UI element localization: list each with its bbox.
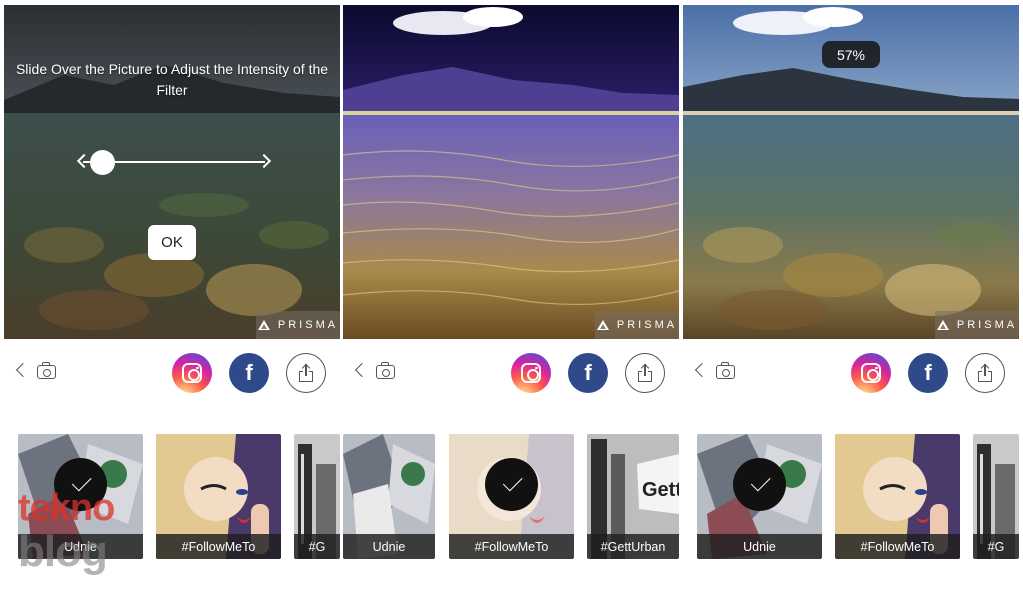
instagram-icon xyxy=(182,363,202,383)
share-button[interactable] xyxy=(965,353,1005,393)
photo-canvas[interactable]: 57% PRISMA xyxy=(683,5,1019,339)
intensity-percent-badge: 57% xyxy=(822,41,880,68)
chevron-left-icon[interactable] xyxy=(15,362,31,378)
share-icon xyxy=(638,363,652,382)
share-toolbar: f xyxy=(343,345,679,401)
photo-canvas[interactable]: Slide Over the Picture to Adjust the Int… xyxy=(4,5,340,339)
prisma-logo-icon xyxy=(936,320,949,330)
filter-strip: Udnie #FollowMeTo Gett #GettUrban xyxy=(343,434,679,559)
filter-label: #G xyxy=(973,534,1019,559)
filter-label: #FollowMeTo xyxy=(449,534,574,559)
share-toolbar: f xyxy=(4,345,340,401)
instagram-icon xyxy=(521,363,541,383)
share-icon xyxy=(978,363,992,382)
instagram-icon xyxy=(861,363,881,383)
photo-canvas[interactable]: PRISMA xyxy=(343,5,679,339)
filter-label: #FollowMeTo xyxy=(156,534,281,559)
chevron-left-icon[interactable] xyxy=(694,362,710,378)
filter-label: Udnie xyxy=(343,534,435,559)
camera-icon[interactable] xyxy=(37,362,56,379)
camera-icon[interactable] xyxy=(376,362,395,379)
slider-knob xyxy=(90,150,115,175)
selected-check-icon xyxy=(485,458,538,511)
share-toolbar: f xyxy=(683,345,1019,401)
filter-thumb-udnie[interactable]: Udnie xyxy=(343,434,435,559)
facebook-share-button[interactable]: f xyxy=(908,353,948,393)
selected-check-icon xyxy=(54,458,107,511)
facebook-share-button[interactable]: f xyxy=(229,353,269,393)
slider-hint-text: Slide Over the Picture to Adjust the Int… xyxy=(15,61,329,98)
filter-label: #G xyxy=(294,534,340,559)
filter-label: Udnie xyxy=(697,534,822,559)
prisma-badge: PRISMA xyxy=(256,311,340,339)
svg-text:Gett: Gett xyxy=(642,479,679,501)
share-button[interactable] xyxy=(625,353,665,393)
panel-full-filter: PRISMA f Udnie #FollowMeTo Gett #GettUrb… xyxy=(343,0,679,605)
share-icon xyxy=(299,363,313,382)
filter-thumb-gettubran[interactable]: #G xyxy=(973,434,1019,559)
panel-adjust-hint: Slide Over the Picture to Adjust the Int… xyxy=(4,0,340,605)
share-button[interactable] xyxy=(286,353,326,393)
prisma-badge: PRISMA xyxy=(935,311,1019,339)
filter-label: Udnie xyxy=(18,534,143,559)
instagram-share-button[interactable] xyxy=(511,353,551,393)
intensity-slider-indicator xyxy=(76,150,272,175)
facebook-share-button[interactable]: f xyxy=(568,353,608,393)
prisma-logo-icon xyxy=(596,320,609,330)
filter-strip: Udnie #FollowMeTo #G xyxy=(683,434,1019,559)
filter-thumb-udnie[interactable]: Udnie xyxy=(18,434,143,559)
filter-strip: Udnie #FollowMeTo #G xyxy=(4,434,340,559)
filter-label: #FollowMeTo xyxy=(835,534,960,559)
ok-button[interactable]: OK xyxy=(148,225,196,260)
arrow-left-icon xyxy=(76,153,92,169)
filter-thumb-gettubran[interactable]: Gett #GettUrban xyxy=(587,434,679,559)
chevron-left-icon[interactable] xyxy=(354,362,370,378)
instagram-share-button[interactable] xyxy=(851,353,891,393)
panel-adjusted: 57% PRISMA f Udnie #FollowMeTo #G xyxy=(683,0,1019,605)
filter-thumb-followmeto[interactable]: #FollowMeTo xyxy=(835,434,960,559)
filter-label: #GettUrban xyxy=(587,534,679,559)
arrow-right-icon xyxy=(256,153,272,169)
camera-icon[interactable] xyxy=(716,362,735,379)
selected-check-icon xyxy=(733,458,786,511)
filter-thumb-gettubran[interactable]: #G xyxy=(294,434,340,559)
instagram-share-button[interactable] xyxy=(172,353,212,393)
prisma-badge: PRISMA xyxy=(595,311,679,339)
filter-thumb-udnie[interactable]: Udnie xyxy=(697,434,822,559)
filter-thumb-followmeto[interactable]: #FollowMeTo xyxy=(156,434,281,559)
prisma-logo-icon xyxy=(257,320,270,330)
filter-thumb-followmeto[interactable]: #FollowMeTo xyxy=(449,434,574,559)
